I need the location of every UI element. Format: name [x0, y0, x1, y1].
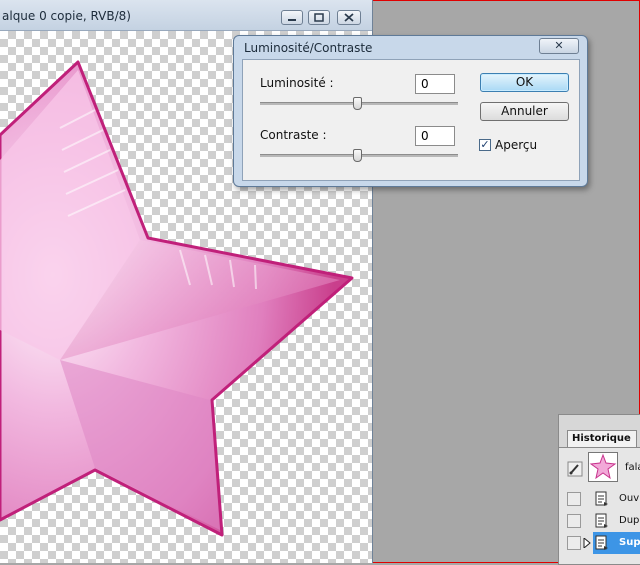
brightness-slider-thumb[interactable] [353, 97, 362, 110]
star-thumbnail-icon [588, 452, 618, 482]
ok-button[interactable]: OK [480, 73, 569, 92]
minimize-button[interactable] [281, 10, 303, 25]
document-title: alque 0 copie, RVB/8) [2, 9, 131, 23]
minimize-icon [288, 19, 296, 21]
brush-icon [567, 461, 583, 477]
maximize-icon [314, 13, 324, 22]
snapshot-label: fala [625, 462, 640, 473]
history-item-selected[interactable]: Sup [559, 532, 640, 554]
brightness-contrast-dialog: Luminosité/Contraste ✕ Luminosité : Cont… [233, 35, 588, 187]
preview-label: Aperçu [495, 138, 538, 152]
maximize-button[interactable] [308, 10, 330, 25]
document-titlebar[interactable]: alque 0 copie, RVB/8) [0, 0, 372, 31]
history-list: fala Ouv Dup [559, 447, 640, 564]
history-item-label: Sup [619, 537, 640, 548]
history-item-label: Dup [619, 515, 640, 526]
close-icon [344, 13, 354, 22]
history-panel: Historique fala Ouv [558, 414, 640, 565]
contrast-label: Contraste : [260, 128, 327, 142]
close-icon: ✕ [554, 39, 564, 52]
tab-history[interactable]: Historique [567, 430, 637, 447]
history-step-icon [595, 491, 608, 506]
history-item[interactable]: Ouv [559, 488, 640, 510]
dialog-body: Luminosité : Contraste : OK Annuler ✓ Ap… [242, 59, 580, 181]
brightness-input[interactable] [415, 74, 455, 94]
history-snapshot[interactable]: fala [559, 452, 640, 482]
history-source-box[interactable] [567, 536, 581, 550]
history-source-box[interactable] [567, 514, 581, 528]
current-state-arrow-icon [583, 538, 591, 548]
history-step-icon [595, 513, 608, 528]
dialog-title: Luminosité/Contraste [244, 41, 373, 55]
brightness-label: Luminosité : [260, 76, 334, 90]
cancel-button[interactable]: Annuler [480, 102, 569, 121]
contrast-input[interactable] [415, 126, 455, 146]
dialog-close-button[interactable]: ✕ [539, 38, 579, 54]
contrast-slider-thumb[interactable] [353, 149, 362, 162]
history-source-box[interactable] [567, 492, 581, 506]
close-button[interactable] [337, 10, 361, 25]
history-step-icon [595, 535, 608, 550]
history-item[interactable]: Dup [559, 510, 640, 532]
preview-checkbox[interactable]: ✓ [479, 139, 491, 151]
history-item-label: Ouv [619, 493, 640, 504]
